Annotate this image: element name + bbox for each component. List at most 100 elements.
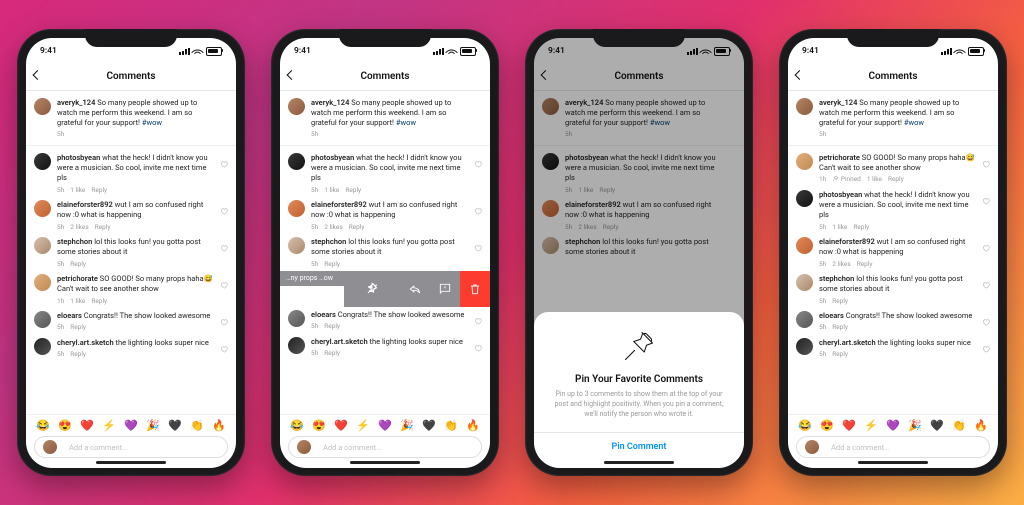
- like-button[interactable]: [220, 160, 228, 168]
- comment-row[interactable]: cheryl.art.sketch the lighting looks sup…: [26, 335, 236, 362]
- username[interactable]: elaineforster892: [311, 200, 367, 209]
- home-indicator[interactable]: [96, 461, 166, 465]
- emoji-option[interactable]: 👏: [952, 419, 966, 432]
- like-button[interactable]: [474, 160, 482, 168]
- like-button[interactable]: [982, 244, 990, 252]
- username[interactable]: eloears: [819, 311, 844, 320]
- emoji-option[interactable]: ⚡: [864, 419, 878, 432]
- emoji-option[interactable]: ❤️: [80, 419, 94, 432]
- like-button[interactable]: [982, 345, 990, 353]
- reply-button[interactable]: Reply: [324, 322, 340, 331]
- avatar[interactable]: [796, 190, 813, 207]
- like-button[interactable]: [474, 207, 482, 215]
- reply-button[interactable]: Reply: [832, 297, 848, 306]
- like-count[interactable]: 1 like: [832, 223, 847, 232]
- avatar[interactable]: [34, 338, 51, 355]
- emoji-option[interactable]: 😂: [36, 419, 50, 432]
- back-button[interactable]: [796, 72, 805, 81]
- back-button[interactable]: [34, 72, 43, 81]
- emoji-option[interactable]: 🎉: [908, 419, 922, 432]
- emoji-option[interactable]: 🖤: [168, 419, 182, 432]
- emoji-option[interactable]: ❤️: [842, 419, 856, 432]
- username[interactable]: averyk_124: [819, 98, 857, 107]
- like-button[interactable]: [474, 244, 482, 252]
- home-indicator[interactable]: [604, 461, 674, 465]
- emoji-option[interactable]: 🔥: [466, 419, 480, 432]
- username[interactable]: cheryl.art.sketch: [819, 338, 876, 347]
- emoji-option[interactable]: ⚡: [102, 419, 116, 432]
- like-button[interactable]: [220, 345, 228, 353]
- comment-row[interactable]: photosbyean what the heck! I didn't know…: [26, 150, 236, 197]
- emoji-option[interactable]: 😍: [58, 419, 72, 432]
- emoji-option[interactable]: 🎉: [400, 419, 414, 432]
- comment-row[interactable]: eloears Congrats!! The show looked aweso…: [280, 307, 490, 334]
- hashtag[interactable]: #wow: [904, 118, 924, 127]
- like-button[interactable]: [982, 160, 990, 168]
- comment-row-pinned[interactable]: petrichorate SO GOOD! So many props haha…: [788, 150, 998, 187]
- like-button[interactable]: [220, 281, 228, 289]
- username[interactable]: stephchon: [819, 274, 854, 283]
- avatar[interactable]: [34, 274, 51, 291]
- like-button[interactable]: [982, 318, 990, 326]
- swipe-reply-button[interactable]: [400, 271, 430, 307]
- avatar[interactable]: [288, 153, 305, 170]
- emoji-option[interactable]: 💜: [378, 419, 392, 432]
- emoji-shortcut-row[interactable]: 😂 😍 ❤️ ⚡ 💜 🎉 🖤 👏 🔥: [34, 419, 228, 436]
- avatar[interactable]: [34, 200, 51, 217]
- reply-button[interactable]: Reply: [345, 186, 361, 195]
- swipe-pin-button[interactable]: [344, 271, 400, 307]
- avatar[interactable]: [796, 338, 813, 355]
- avatar[interactable]: [34, 98, 51, 115]
- reply-button[interactable]: Reply: [324, 349, 340, 358]
- comment-row[interactable]: petrichorate SO GOOD! So many props haha…: [26, 271, 236, 308]
- reply-button[interactable]: Reply: [832, 323, 848, 332]
- username[interactable]: cheryl.art.sketch: [57, 338, 114, 347]
- emoji-option[interactable]: 💜: [124, 419, 138, 432]
- comment-row[interactable]: eloears Congrats!! The show looked aweso…: [788, 308, 998, 335]
- swipe-delete-button[interactable]: [460, 271, 490, 307]
- like-count[interactable]: 2 likes: [324, 223, 342, 232]
- emoji-option[interactable]: ❤️: [334, 419, 348, 432]
- reply-button[interactable]: Reply: [857, 260, 873, 269]
- reply-button[interactable]: Reply: [832, 350, 848, 359]
- emoji-option[interactable]: 🖤: [422, 419, 436, 432]
- comment-row[interactable]: cheryl.art.sketch the lighting looks sup…: [788, 335, 998, 362]
- emoji-option[interactable]: 😂: [290, 419, 304, 432]
- emoji-option[interactable]: 😍: [820, 419, 834, 432]
- comment-input[interactable]: Add a comment...: [796, 436, 990, 458]
- emoji-option[interactable]: 💜: [886, 419, 900, 432]
- like-button[interactable]: [220, 207, 228, 215]
- username[interactable]: petrichorate: [57, 274, 98, 283]
- emoji-option[interactable]: 👏: [190, 419, 204, 432]
- username[interactable]: petrichorate: [819, 153, 860, 162]
- avatar[interactable]: [288, 337, 305, 354]
- reply-button[interactable]: Reply: [70, 350, 86, 359]
- comment-row[interactable]: eloears Congrats!! The show looked aweso…: [26, 308, 236, 335]
- username[interactable]: averyk_124: [57, 98, 95, 107]
- emoji-option[interactable]: 👏: [444, 419, 458, 432]
- username[interactable]: photosbyean: [57, 153, 100, 162]
- emoji-option[interactable]: 🖤: [930, 419, 944, 432]
- like-count[interactable]: 1 like: [70, 297, 85, 306]
- avatar[interactable]: [288, 237, 305, 254]
- reply-button[interactable]: Reply: [70, 323, 86, 332]
- comment-row[interactable]: cheryl.art.sketch the lighting looks sup…: [280, 334, 490, 361]
- pin-comment-button[interactable]: Pin Comment: [548, 432, 730, 452]
- username[interactable]: photosbyean: [819, 190, 862, 199]
- comment-row-swiped[interactable]: …ny props …ow: [280, 271, 490, 307]
- comment-row[interactable]: stephchon lol this looks fun! you gotta …: [788, 271, 998, 308]
- comment-row[interactable]: elaineforster892 wut I am so confused ri…: [788, 234, 998, 271]
- reply-button[interactable]: Reply: [91, 297, 107, 306]
- reply-button[interactable]: Reply: [349, 223, 365, 232]
- reply-button[interactable]: Reply: [853, 223, 869, 232]
- username[interactable]: cheryl.art.sketch: [311, 337, 368, 346]
- reply-button[interactable]: Reply: [95, 223, 111, 232]
- like-count[interactable]: 1 like: [867, 175, 882, 184]
- avatar[interactable]: [796, 274, 813, 291]
- username[interactable]: stephchon: [57, 237, 92, 246]
- emoji-option[interactable]: ⚡: [356, 419, 370, 432]
- username[interactable]: elaineforster892: [819, 237, 875, 246]
- comment-row[interactable]: stephchon lol this looks fun! you gotta …: [26, 234, 236, 271]
- avatar[interactable]: [796, 153, 813, 170]
- like-button[interactable]: [474, 317, 482, 325]
